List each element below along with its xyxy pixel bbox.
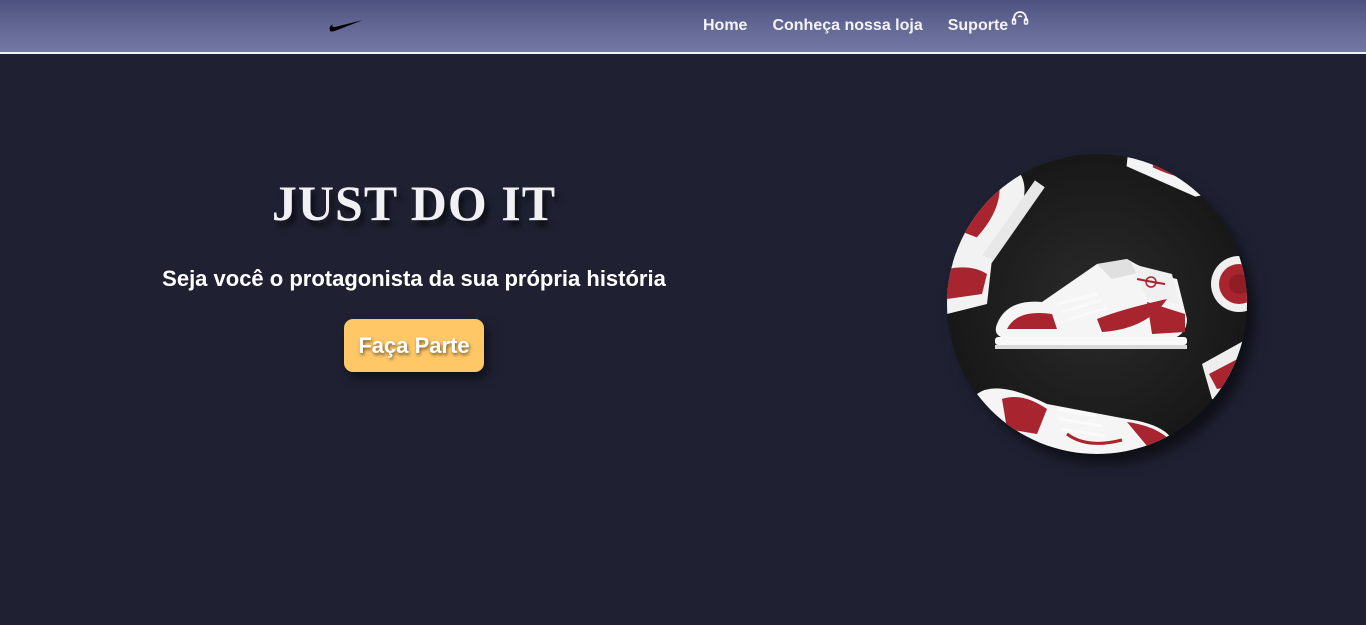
join-button[interactable]: Faça Parte [344, 319, 484, 372]
hero-title: JUST DO IT [271, 175, 557, 231]
nav-link-store-label: Conheça nossa loja [772, 17, 923, 34]
headset-icon [1011, 11, 1029, 25]
nav-link-home-label: Home [703, 17, 748, 34]
nav-link-support-label: Suporte [947, 17, 1009, 34]
navbar: Home Conheça nossa loja Suporte [0, 0, 1366, 54]
hero-subtitle: Seja você o protagonista da sua própria … [162, 266, 666, 291]
hero-text: JUST DO IT Seja você o protagonista da s… [110, 170, 718, 372]
nike-swoosh-icon[interactable] [328, 17, 364, 33]
nav-link-support[interactable]: Suporte [947, 11, 1030, 35]
nav-link-store[interactable]: Conheça nossa loja [772, 17, 922, 35]
main-nav: Home Conheça nossa loja Suporte [703, 0, 1030, 52]
sneakers-photo [947, 154, 1247, 454]
nav-link-home[interactable]: Home [703, 17, 747, 35]
